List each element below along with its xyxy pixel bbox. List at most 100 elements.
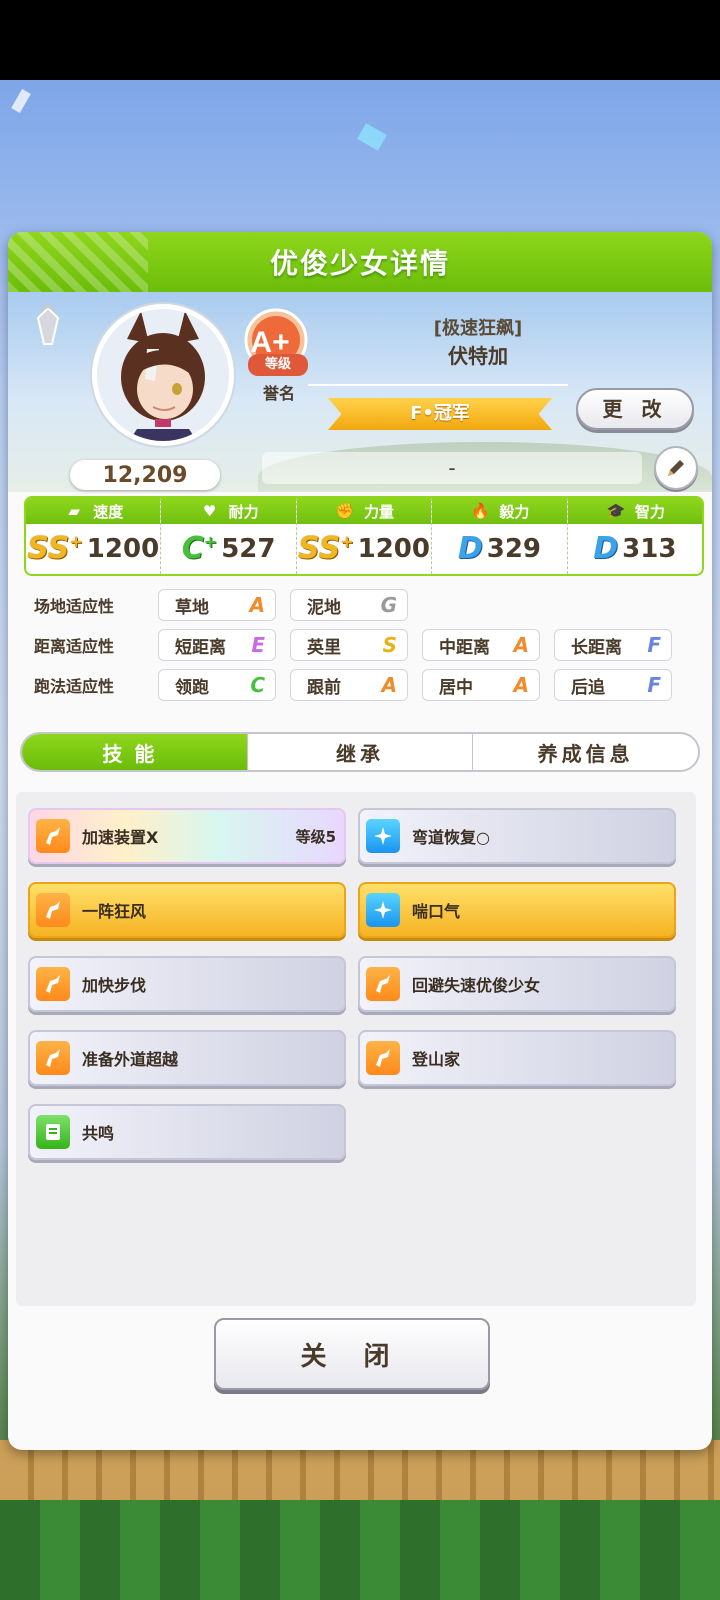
aptitude-grade: C [250, 673, 265, 697]
style-aptitude-label: 跑法适应性 [34, 677, 115, 696]
stat-grade-plus: + [69, 532, 83, 551]
aptitude-cell: 中距离 A [422, 629, 540, 661]
stat-column: ♥ 耐力 C+ 527 [161, 498, 297, 574]
aptitude-name: 短距离 [175, 637, 226, 658]
stat-body: C+ 527 [161, 524, 295, 574]
skill-name: 弯道恢复○ [412, 828, 490, 847]
speed-skill-icon [36, 1041, 70, 1075]
track-aptitude-row: 场地适应性 草地 A 泥地 G [34, 588, 422, 622]
tab-skills[interactable]: 技能 [22, 734, 248, 770]
character-avatar [97, 309, 229, 441]
stat-grade-letter: D [593, 531, 619, 566]
character-epithet: [极速狂飙] [433, 318, 523, 339]
tab-training-info[interactable]: 养成信息 [473, 734, 698, 770]
aptitude-grade: F [647, 673, 661, 697]
fame-label: 誉名 [262, 384, 295, 403]
stat-value: 1200 [86, 534, 160, 564]
edit-memo-button[interactable] [654, 446, 698, 490]
skill-name: 加快步伐 [82, 976, 147, 995]
pencil-icon [668, 460, 684, 476]
aptitude-grade: F [647, 633, 661, 657]
title-banner[interactable]: F•冠军 [328, 398, 552, 430]
stat-value: 313 [622, 534, 677, 564]
skill-item[interactable]: 加速装置X 等级5 [28, 808, 346, 864]
aptitude-cell: 领跑 C [158, 669, 276, 701]
stat-body: SS+ 1200 [297, 524, 431, 574]
aptitude-name: 后追 [571, 677, 605, 698]
stat-body: D 329 [432, 524, 566, 574]
skill-name: 喘口气 [412, 902, 461, 921]
stat-grade: SS+ [27, 534, 83, 564]
skill-name: 登山家 [412, 1050, 461, 1069]
stat-grade-letter: SS [27, 531, 70, 566]
aptitude-grade: S [382, 633, 397, 657]
aptitude-grade: A [381, 673, 397, 697]
speed-skill-icon [36, 967, 70, 1001]
rank-sub-label: 等级 [248, 354, 308, 376]
status-bar [0, 0, 720, 80]
aptitude-name: 英里 [307, 637, 341, 658]
stat-grade-letter: D [457, 531, 483, 566]
stat-header: 🎓 智力 [567, 498, 702, 524]
aptitude-cell: 短距离 E [158, 629, 276, 661]
skill-item[interactable]: 加快步伐 [28, 956, 346, 1012]
aptitude-cell: 草地 A [158, 589, 276, 621]
stat-body: D 313 [568, 524, 702, 574]
dialog-header: 优俊少女详情 [8, 232, 712, 292]
skill-item[interactable]: 回避失速优俊少女 [358, 956, 676, 1012]
aptitude-name: 泥地 [307, 597, 341, 618]
stat-body: SS+ 1200 [26, 524, 160, 574]
skill-item[interactable]: 准备外道超越 [28, 1030, 346, 1086]
stat-grade: D [458, 534, 483, 564]
skill-item[interactable]: 弯道恢复○ [358, 808, 676, 864]
skill-item[interactable]: 喘口气 [358, 882, 676, 938]
style-aptitude-row: 跑法适应性 领跑 C 跟前 A 居中 A 后追 F [34, 668, 686, 702]
stat-column: ▰ 速度 SS+ 1200 [26, 498, 162, 574]
aptitude-name: 领跑 [175, 677, 209, 698]
stat-grade-plus: + [340, 532, 354, 551]
stat-label: 耐力 [228, 502, 259, 521]
stat-value: 329 [486, 534, 542, 564]
aptitude-cell: 后追 F [554, 669, 672, 701]
stat-column: 🔥 毅力 D 329 [432, 498, 568, 574]
aptitude-grade: E [251, 633, 265, 657]
stat-grade-plus: + [203, 532, 218, 551]
change-title-button[interactable]: 更 改 [576, 388, 694, 430]
heart-icon: ♥ [202, 502, 217, 520]
tab-inheritance[interactable]: 继承 [248, 734, 474, 770]
aptitude-name: 草地 [175, 597, 209, 618]
character-portrait[interactable] [92, 304, 234, 446]
stat-header: ♥ 耐力 [161, 498, 296, 524]
stat-grade: SS+ [298, 534, 354, 564]
speed-skill-icon [366, 967, 400, 1001]
speed-skill-icon [366, 1041, 400, 1075]
aptitude-grade: A [513, 673, 529, 697]
profile-card: 12,209 A+ 等级 誉名 [极速狂飙] 伏特加 F•冠军 更 改 - [8, 292, 712, 492]
distance-aptitude-row: 距离适应性 短距离 E 英里 S 中距离 A 长距离 F [34, 628, 686, 662]
dialog-title: 优俊少女详情 [269, 247, 450, 280]
aptitude-name: 跟前 [307, 677, 341, 698]
aptitude-cell: 居中 A [422, 669, 540, 701]
skill-name: 共鸣 [82, 1124, 115, 1143]
stat-column: ✊ 力量 SS+ 1200 [296, 498, 433, 574]
graduation-cap-icon: 🎓 [606, 502, 626, 520]
stat-header: ▰ 速度 [26, 498, 161, 524]
skill-item[interactable]: 登山家 [358, 1030, 676, 1086]
character-name: 伏特加 [448, 344, 508, 368]
aptitude-grade: A [249, 593, 265, 617]
stat-grade: D [593, 534, 618, 564]
aptitude-cell: 长距离 F [554, 629, 672, 661]
detail-tabs: 技能 继承 养成信息 [20, 732, 700, 772]
skill-item[interactable]: 一阵狂风 [28, 882, 346, 938]
aptitude-name: 长距离 [571, 637, 622, 658]
recovery-skill-icon [366, 893, 400, 927]
stat-label: 力量 [364, 502, 395, 521]
stat-value: 1200 [357, 534, 430, 564]
skill-name: 一阵狂风 [82, 902, 147, 921]
skill-name: 回避失速优俊少女 [412, 976, 541, 995]
uma-detail-dialog: 优俊少女详情 12,209 A+ 等级 誉名 [极速狂飙] 伏特加 F•冠军 更… [8, 232, 712, 1450]
skill-item[interactable]: 共鸣 [28, 1104, 346, 1160]
aptitude-cell: 泥地 G [290, 589, 408, 621]
stat-value: 527 [221, 534, 276, 564]
close-button[interactable]: 关 闭 [214, 1318, 490, 1390]
